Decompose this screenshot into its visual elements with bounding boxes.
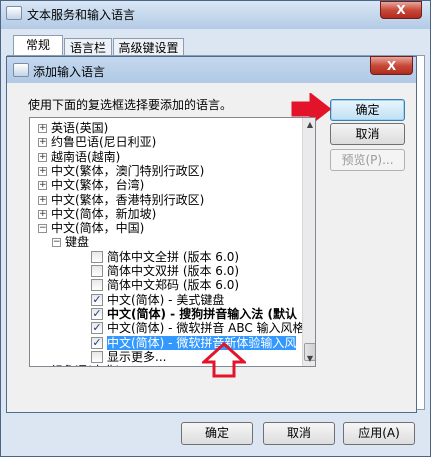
- expand-plus-icon[interactable]: +: [38, 152, 47, 162]
- dialog-cancel-button[interactable]: 取消: [330, 123, 405, 145]
- tree-item-label: 祖鲁语(南非): [51, 364, 120, 366]
- tree-item-label: 英语(英国): [51, 121, 109, 135]
- dialog-title: 添加输入语言: [33, 65, 106, 79]
- outer-ok-button[interactable]: 确定: [181, 422, 253, 445]
- expand-plus-icon[interactable]: +: [38, 181, 47, 191]
- expand-plus-icon[interactable]: +: [38, 124, 47, 133]
- tree-item-label: 中文(繁体，澳门特别行政区): [51, 163, 205, 178]
- window-icon: [6, 6, 22, 20]
- tree-item-label: 中文(繁体，香港特别行政区): [51, 192, 205, 207]
- scroll-down-icon[interactable]: ▼: [303, 352, 315, 366]
- tab-general[interactable]: 常规: [13, 35, 63, 57]
- checked-checkbox[interactable]: ✓: [91, 307, 103, 320]
- tree-item-label: 简体中文郑码 (版本 6.0): [107, 278, 240, 293]
- expand-plus-icon[interactable]: +: [38, 209, 47, 219]
- tree-item-label: 简体中文全拼 (版本 6.0): [107, 249, 240, 264]
- tree-item-label: 中文(简体) - 美式键盘: [107, 292, 225, 307]
- outer-window-title: 文本服务和输入语言: [27, 8, 136, 22]
- scroll-up-icon[interactable]: ▲: [303, 118, 315, 132]
- checked-checkbox[interactable]: ✓: [91, 322, 103, 335]
- outer-cancel-button[interactable]: 取消: [263, 422, 335, 445]
- tree-item-label: 键盘: [65, 235, 90, 250]
- tree-scrollbar[interactable]: ▲ ▼: [302, 118, 315, 366]
- dialog-icon: [13, 63, 29, 77]
- checkbox[interactable]: [91, 279, 103, 292]
- dialog-preview-button[interactable]: 预览(P)...: [330, 149, 405, 171]
- checked-checkbox[interactable]: ✓: [91, 293, 103, 306]
- checkbox[interactable]: [91, 350, 103, 363]
- outer-close-button[interactable]: X: [380, 1, 422, 19]
- dialog-ok-button[interactable]: 确定: [330, 99, 405, 121]
- dialog-close-button[interactable]: X: [370, 56, 413, 75]
- tree-item-label: 越南语(越南): [51, 149, 121, 164]
- tree-item-label: 中文(简体) - 搜狗拼音输入法 (默认: [107, 306, 297, 321]
- outer-apply-button[interactable]: 应用(A): [343, 422, 415, 445]
- collapse-minus-icon[interactable]: −: [38, 224, 47, 234]
- checkbox[interactable]: [91, 265, 103, 277]
- tree-item-label: 中文(简体，新加坡): [51, 206, 157, 221]
- tree-item-label: 约鲁巴语(尼日利亚): [51, 135, 157, 150]
- outer-title-bar: 文本服务和输入语言 X: [1, 1, 430, 27]
- tree-item-label: 中文(繁体，台湾): [51, 178, 145, 193]
- expand-plus-icon[interactable]: +: [38, 166, 47, 176]
- tree-item-label: 显示更多...: [107, 349, 167, 364]
- tree-item-label: 中文(简体，中国): [51, 221, 145, 236]
- dialog-title-bar: 添加输入语言 X: [7, 56, 416, 83]
- dialog-instruction: 使用下面的复选框选择要添加的语言。: [28, 98, 233, 112]
- checkbox[interactable]: [91, 250, 103, 263]
- red-arrow-up-icon: [202, 342, 246, 378]
- expand-plus-icon[interactable]: +: [38, 195, 47, 205]
- expand-plus-icon[interactable]: +: [38, 138, 47, 148]
- tree-item-label: 中文(简体) - 微软拼音 ABC 输入风格: [107, 321, 305, 336]
- language-tree[interactable]: + 英语(英国) + 约鲁巴语(尼日利亚) + 越南语(越南) + 中文(繁体，澳门特别行政区…: [29, 117, 316, 367]
- collapse-minus-icon[interactable]: −: [52, 238, 61, 248]
- checked-checkbox[interactable]: ✓: [91, 336, 103, 349]
- tree-item-label: 简体中文双拼 (版本 6.0): [107, 264, 240, 278]
